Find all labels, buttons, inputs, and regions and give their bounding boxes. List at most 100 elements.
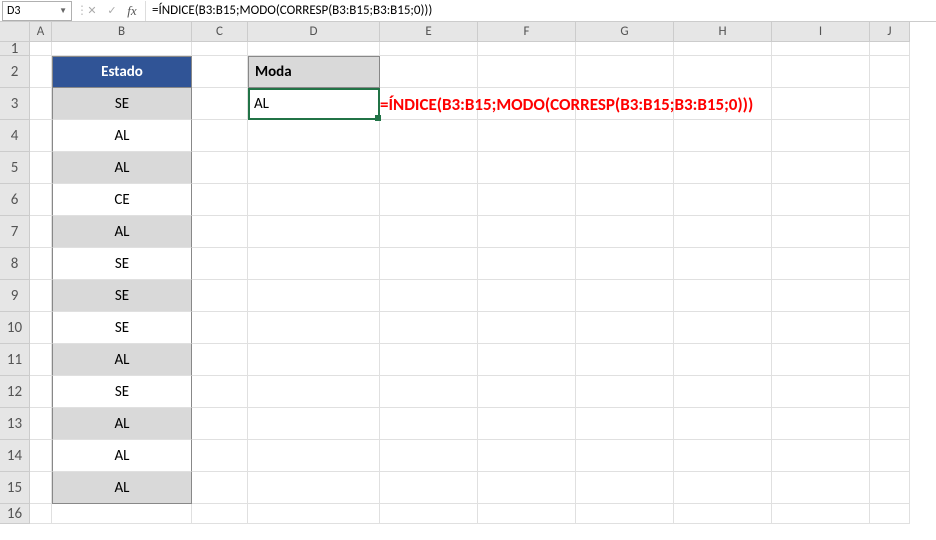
cell-G2[interactable] — [576, 56, 674, 88]
cell-A2[interactable] — [30, 56, 52, 88]
cell-I6[interactable] — [772, 184, 870, 216]
cell-D14[interactable] — [248, 440, 380, 472]
cell-A12[interactable] — [30, 376, 52, 408]
col-header-B[interactable]: B — [52, 22, 192, 42]
cell-C8[interactable] — [192, 248, 248, 280]
cell-B15[interactable]: AL — [52, 472, 192, 504]
cell-B10[interactable]: SE — [52, 312, 192, 344]
cell-C4[interactable] — [192, 120, 248, 152]
cell-D16[interactable] — [248, 504, 380, 524]
cell-G16[interactable] — [576, 504, 674, 524]
cell-A6[interactable] — [30, 184, 52, 216]
cell-G1[interactable] — [576, 42, 674, 56]
cell-G6[interactable] — [576, 184, 674, 216]
cell-J4[interactable] — [870, 120, 910, 152]
cell-F8[interactable] — [478, 248, 576, 280]
cell-D13[interactable] — [248, 408, 380, 440]
cell-D5[interactable] — [248, 152, 380, 184]
cell-J13[interactable] — [870, 408, 910, 440]
cell-I16[interactable] — [772, 504, 870, 524]
cell-D9[interactable] — [248, 280, 380, 312]
row-header-3[interactable]: 3 — [0, 88, 30, 120]
cell-H4[interactable] — [674, 120, 772, 152]
cell-J15[interactable] — [870, 472, 910, 504]
cell-F6[interactable] — [478, 184, 576, 216]
cell-G7[interactable] — [576, 216, 674, 248]
cell-I10[interactable] — [772, 312, 870, 344]
cell-H12[interactable] — [674, 376, 772, 408]
cell-D1[interactable] — [248, 42, 380, 56]
cell-F2[interactable] — [478, 56, 576, 88]
cell-E1[interactable] — [380, 42, 478, 56]
cell-C15[interactable] — [192, 472, 248, 504]
fill-handle[interactable] — [375, 115, 381, 121]
row-header-16[interactable]: 16 — [0, 504, 30, 524]
cell-B3[interactable]: SE — [52, 88, 192, 120]
row-header-14[interactable]: 14 — [0, 440, 30, 472]
cell-C10[interactable] — [192, 312, 248, 344]
col-header-A[interactable]: A — [30, 22, 52, 42]
cell-E13[interactable] — [380, 408, 478, 440]
cell-I13[interactable] — [772, 408, 870, 440]
col-header-D[interactable]: D — [248, 22, 380, 42]
name-box[interactable]: D3 ▼ — [2, 1, 72, 21]
cell-F14[interactable] — [478, 440, 576, 472]
cell-B12[interactable]: SE — [52, 376, 192, 408]
cell-I15[interactable] — [772, 472, 870, 504]
col-header-F[interactable]: F — [478, 22, 576, 42]
cell-A9[interactable] — [30, 280, 52, 312]
cell-G14[interactable] — [576, 440, 674, 472]
cell-H13[interactable] — [674, 408, 772, 440]
row-header-6[interactable]: 6 — [0, 184, 30, 216]
chevron-down-icon[interactable]: ▼ — [59, 6, 67, 16]
cell-C6[interactable] — [192, 184, 248, 216]
cell-E5[interactable] — [380, 152, 478, 184]
cell-A1[interactable] — [30, 42, 52, 56]
cell-I2[interactable] — [772, 56, 870, 88]
cell-D7[interactable] — [248, 216, 380, 248]
row-header-13[interactable]: 13 — [0, 408, 30, 440]
cell-C12[interactable] — [192, 376, 248, 408]
cell-H2[interactable] — [674, 56, 772, 88]
cell-C13[interactable] — [192, 408, 248, 440]
cell-H7[interactable] — [674, 216, 772, 248]
cell-J12[interactable] — [870, 376, 910, 408]
cell-B8[interactable]: SE — [52, 248, 192, 280]
cell-G8[interactable] — [576, 248, 674, 280]
cell-G12[interactable] — [576, 376, 674, 408]
cell-J14[interactable] — [870, 440, 910, 472]
cell-F16[interactable] — [478, 504, 576, 524]
cell-B4[interactable]: AL — [52, 120, 192, 152]
cell-F7[interactable] — [478, 216, 576, 248]
cell-C9[interactable] — [192, 280, 248, 312]
cell-B14[interactable]: AL — [52, 440, 192, 472]
cell-A15[interactable] — [30, 472, 52, 504]
cell-A4[interactable] — [30, 120, 52, 152]
fx-icon[interactable]: fx — [123, 2, 141, 20]
cell-F1[interactable] — [478, 42, 576, 56]
cell-H15[interactable] — [674, 472, 772, 504]
row-header-7[interactable]: 7 — [0, 216, 30, 248]
col-header-G[interactable]: G — [576, 22, 674, 42]
cell-B7[interactable]: AL — [52, 216, 192, 248]
cell-A13[interactable] — [30, 408, 52, 440]
row-header-1[interactable]: 1 — [0, 42, 30, 56]
cell-G15[interactable] — [576, 472, 674, 504]
cell-J6[interactable] — [870, 184, 910, 216]
formula-input[interactable]: =ÍNDICE(B3:B15;MODO(CORRESP(B3:B15;B3:B1… — [145, 1, 936, 21]
cell-I7[interactable] — [772, 216, 870, 248]
cell-C16[interactable] — [192, 504, 248, 524]
row-header-10[interactable]: 10 — [0, 312, 30, 344]
cell-F10[interactable] — [478, 312, 576, 344]
cell-J7[interactable] — [870, 216, 910, 248]
row-header-8[interactable]: 8 — [0, 248, 30, 280]
cell-B5[interactable]: AL — [52, 152, 192, 184]
cell-A16[interactable] — [30, 504, 52, 524]
col-header-C[interactable]: C — [192, 22, 248, 42]
cell-H6[interactable] — [674, 184, 772, 216]
cell-B11[interactable]: AL — [52, 344, 192, 376]
cell-E9[interactable] — [380, 280, 478, 312]
cell-H5[interactable] — [674, 152, 772, 184]
cell-D4[interactable] — [248, 120, 380, 152]
cell-I1[interactable] — [772, 42, 870, 56]
